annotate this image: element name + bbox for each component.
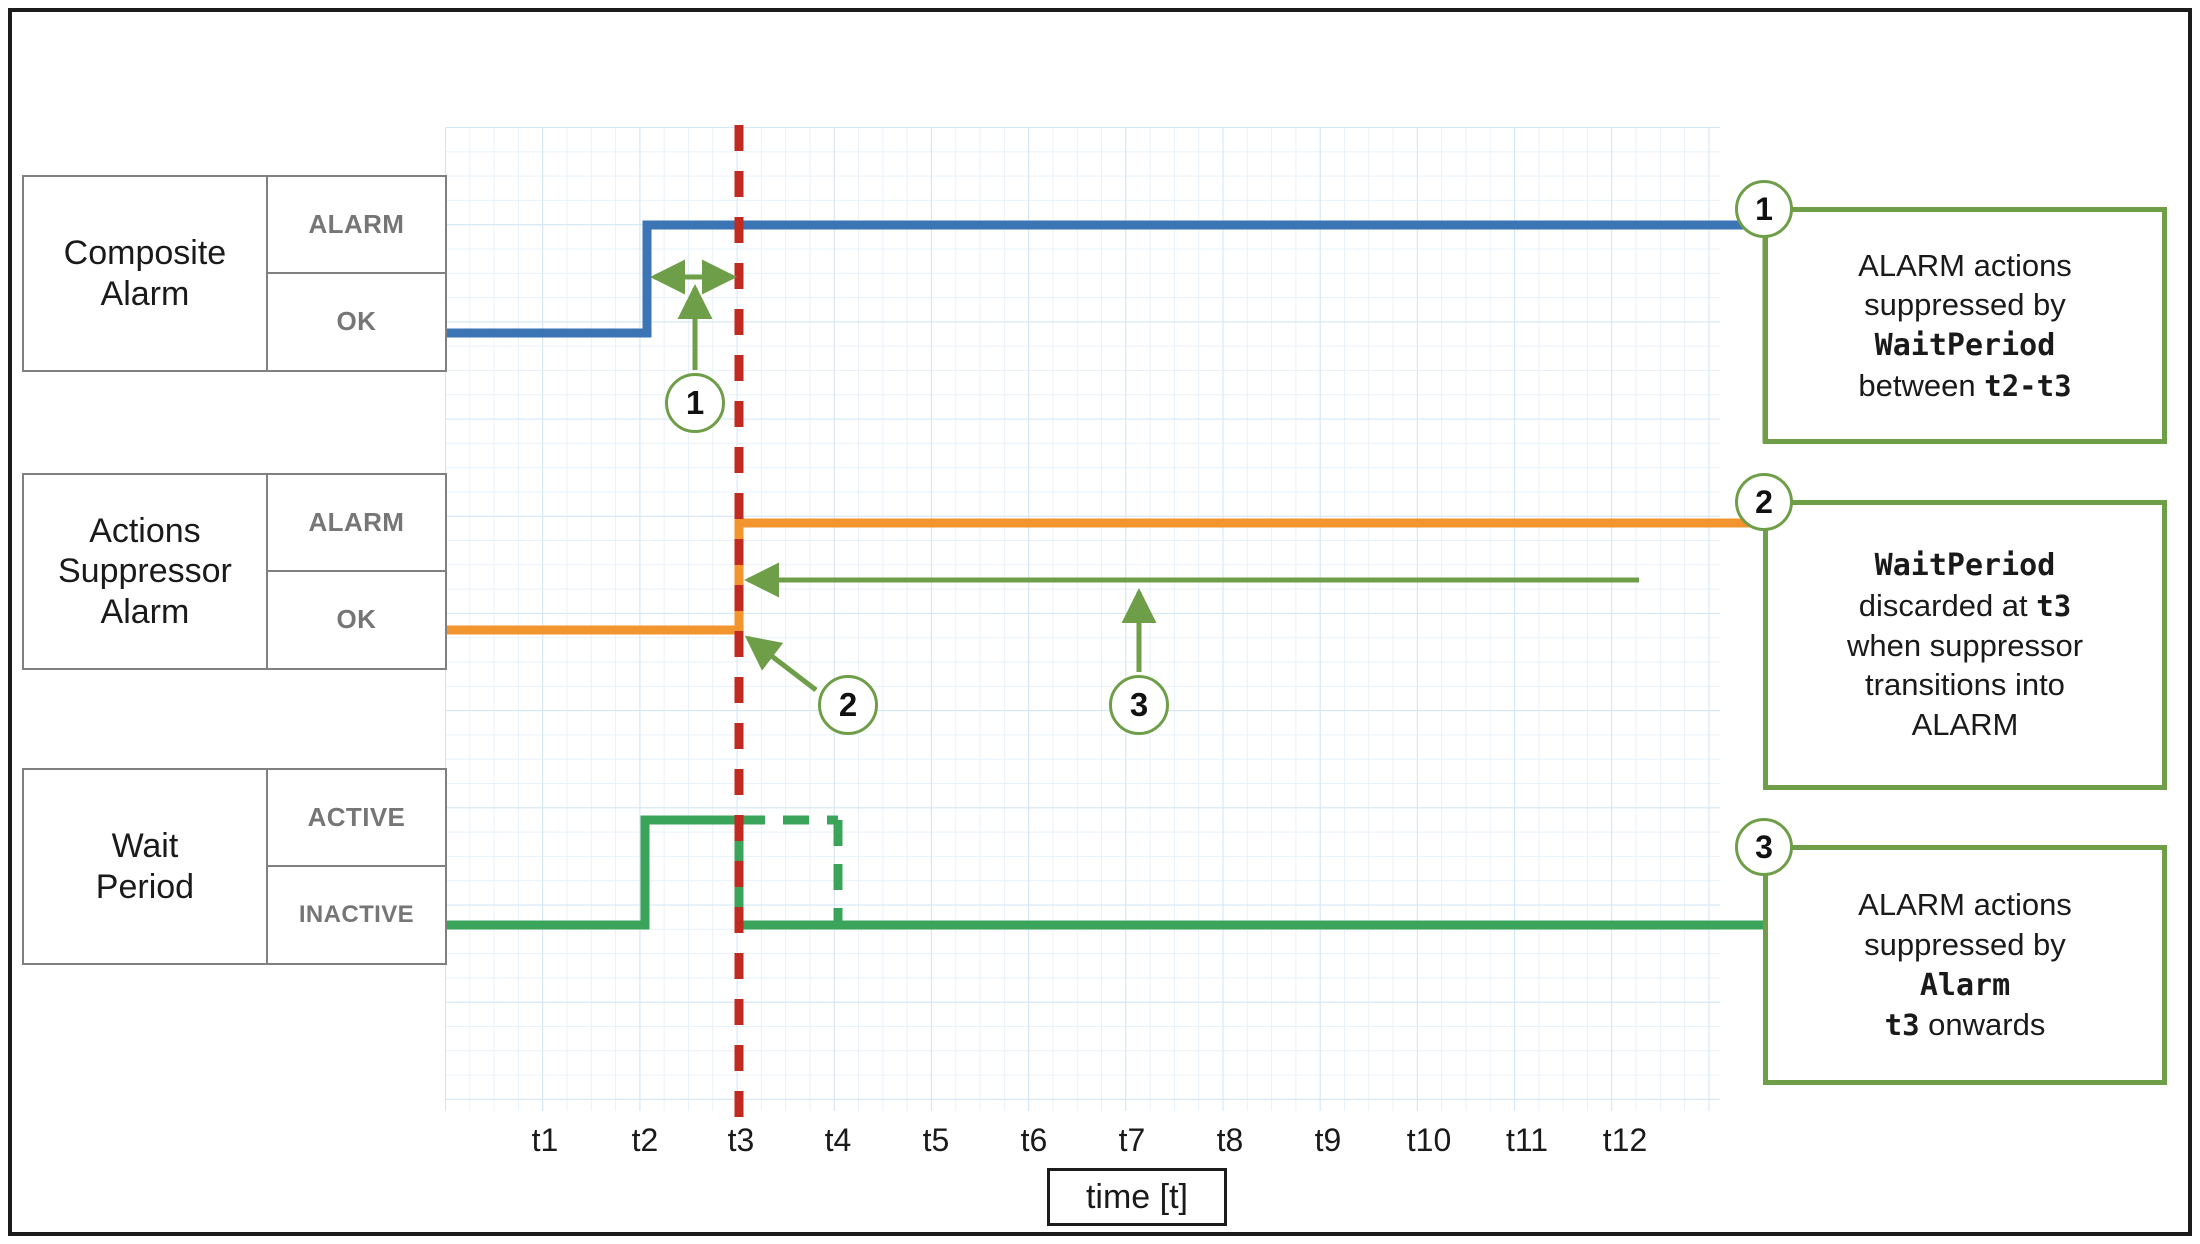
note-1-line-3-code: WaitPeriod: [1874, 328, 2056, 364]
row-states-composite-alarm: ALARM OK: [265, 177, 445, 370]
row-label-wait-period: Wait Period ACTIVE INACTIVE: [22, 768, 447, 965]
row-label-composite-alarm: Composite Alarm ALARM OK: [22, 175, 447, 372]
note-badge-1-number: 1: [1755, 190, 1773, 227]
state-label-alarm: ALARM: [267, 475, 445, 572]
tick-t3: t3: [727, 1122, 755, 1158]
row-label-actions-suppressor-alarm: Actions Suppressor Alarm ALARM OK: [22, 473, 447, 670]
note-2-line-3: when suppressor: [1846, 627, 2084, 663]
note-3-line-3-code: Alarm: [1919, 967, 2011, 1003]
note-badge-3[interactable]: 3: [1735, 818, 1793, 876]
tick-t6: t6: [1020, 1122, 1048, 1158]
note-1-line-4-code: t2-t3: [1984, 368, 2072, 403]
note-card-1: ALARM actions suppressed by WaitPeriod b…: [1763, 207, 2167, 444]
tick-t11: t11: [1505, 1122, 1549, 1158]
state-label-alarm: ALARM: [267, 177, 445, 274]
row-name-line-3: Alarm: [100, 592, 190, 631]
note-2-line-4: transitions into: [1865, 667, 2065, 703]
note-1-line-2: suppressed by: [1864, 287, 2066, 323]
note-3-line-2: suppressed by: [1864, 926, 2066, 962]
x-axis-title-box: time [t]: [1047, 1168, 1227, 1226]
callout-badge-1-number: 1: [685, 384, 705, 421]
note-2-line-2-plain: discarded at: [1858, 587, 2037, 623]
note-3-text: ALARM actions suppressed by Alarm t3 onw…: [1842, 881, 2088, 1048]
callout-badge-3[interactable]: 3: [1109, 675, 1169, 735]
state-label-active: ACTIVE: [267, 770, 445, 867]
row-name-line-2: Period: [95, 867, 195, 906]
note-1-line-4-plain: between: [1858, 367, 1985, 403]
state-label-ok: OK: [336, 604, 377, 635]
tick-t8: t8: [1216, 1122, 1244, 1158]
note-3-line-1: ALARM actions: [1858, 887, 2072, 923]
note-2-line-2-code: t3: [2036, 588, 2072, 623]
row-name-line-2: Suppressor: [58, 552, 232, 591]
tick-t5: t5: [922, 1122, 950, 1158]
state-label-inactive: INACTIVE: [298, 900, 415, 928]
note-badge-2[interactable]: 2: [1735, 473, 1793, 531]
state-label-ok: OK: [336, 306, 377, 337]
note-card-2: WaitPeriod discarded at t3 when suppress…: [1763, 500, 2167, 790]
note-3-line-4-plain: onwards: [1919, 1007, 2046, 1043]
note-badge-1[interactable]: 1: [1735, 180, 1793, 238]
note-badge-2-number: 2: [1755, 483, 1773, 520]
note-2-line-1-code: WaitPeriod: [1874, 548, 2056, 584]
callout-badge-2[interactable]: 2: [818, 675, 878, 735]
note-badge-3-number: 3: [1755, 828, 1773, 865]
note-1-line-1: ALARM actions: [1858, 247, 2072, 283]
tick-t7: t7: [1118, 1122, 1146, 1158]
x-axis-title: time [t]: [1085, 1177, 1189, 1216]
tick-t2: t2: [631, 1122, 659, 1158]
row-name-line-1: Wait: [111, 827, 179, 866]
diagram-root: Composite Alarm ALARM OK Actions Suppres…: [0, 0, 2200, 1244]
callout-badge-3-number: 3: [1129, 686, 1149, 723]
row-states-wait-period: ACTIVE INACTIVE: [265, 770, 445, 963]
row-name-composite-alarm: Composite Alarm: [24, 177, 266, 370]
row-name-actions-suppressor-alarm: Actions Suppressor Alarm: [24, 475, 266, 668]
tick-t1: t1: [531, 1122, 559, 1158]
note-card-3: ALARM actions suppressed by Alarm t3 onw…: [1763, 845, 2167, 1085]
note-2-text: WaitPeriod discarded at t3 when suppress…: [1831, 541, 2099, 748]
row-name-line-1: Actions: [89, 512, 201, 551]
tick-t12: t12: [1602, 1122, 1648, 1158]
callout-badge-1[interactable]: 1: [665, 373, 725, 433]
row-name-line-1: Composite: [63, 234, 227, 273]
note-3-line-4-code: t3: [1884, 1008, 1920, 1043]
row-name-line-2: Alarm: [100, 274, 190, 313]
grid-major: [445, 127, 1720, 1111]
tick-t10: t10: [1406, 1122, 1452, 1158]
chart-plot-area: [445, 127, 1720, 1111]
note-1-text: ALARM actions suppressed by WaitPeriod b…: [1842, 242, 2088, 409]
note-2-line-5: ALARM: [1911, 706, 2019, 742]
row-states-actions-suppressor-alarm: ALARM OK: [265, 475, 445, 668]
tick-t9: t9: [1314, 1122, 1342, 1158]
row-name-wait-period: Wait Period: [24, 770, 266, 963]
callout-badge-2-number: 2: [838, 686, 858, 723]
tick-t4: t4: [824, 1122, 852, 1158]
